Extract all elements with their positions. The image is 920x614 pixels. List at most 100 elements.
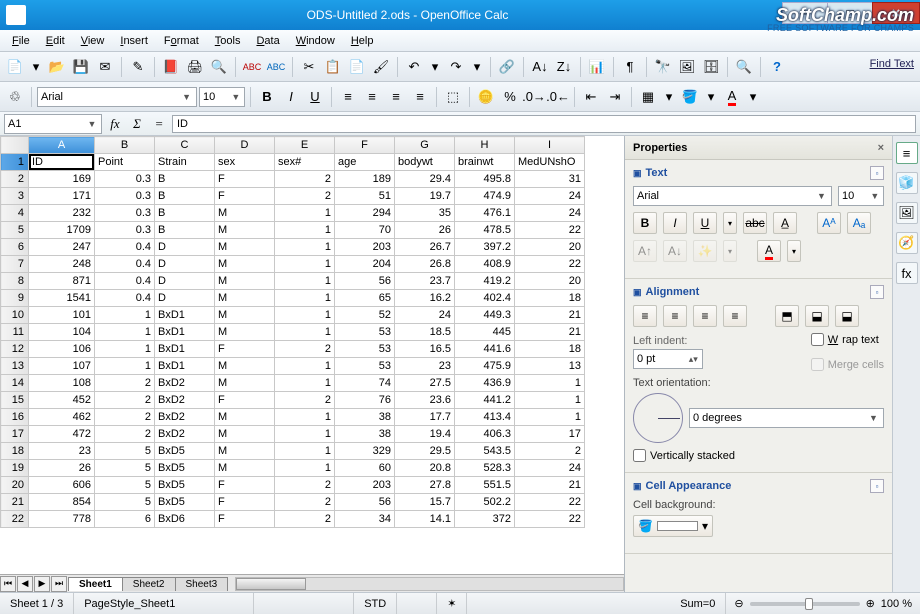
cell[interactable]: B <box>155 171 215 188</box>
cell[interactable]: 2 <box>95 409 155 426</box>
cell[interactable]: F <box>215 188 275 205</box>
cell[interactable]: M <box>215 205 275 222</box>
cell[interactable]: B <box>155 222 215 239</box>
cell[interactable]: 107 <box>29 358 95 375</box>
cell[interactable]: 495.8 <box>455 171 515 188</box>
col-header[interactable]: E <box>275 137 335 154</box>
menu-data[interactable]: Data <box>248 33 287 49</box>
section-cellapp[interactable]: Cell Appearance <box>646 480 732 492</box>
prop-size-input[interactable] <box>842 190 870 202</box>
cell[interactable]: 106 <box>29 341 95 358</box>
status-sum[interactable]: Sum=0 <box>467 593 726 614</box>
row-header[interactable]: 14 <box>1 375 29 392</box>
format-paint-icon[interactable]: 🖌 <box>370 56 392 78</box>
cell[interactable]: 0.3 <box>95 205 155 222</box>
cut-icon[interactable]: ✂ <box>298 56 320 78</box>
col-header[interactable]: B <box>95 137 155 154</box>
cell[interactable]: 2 <box>95 392 155 409</box>
sheet-tab-2[interactable]: Sheet2 <box>122 577 176 591</box>
row-header[interactable]: 5 <box>1 222 29 239</box>
zoom-out-icon[interactable]: ⊖ <box>734 597 743 610</box>
cell[interactable]: 18 <box>515 290 585 307</box>
left-indent-input[interactable] <box>637 353 688 365</box>
cell[interactable]: 2 <box>95 375 155 392</box>
cell[interactable]: MedUNshO <box>515 154 585 171</box>
link-icon[interactable]: 🔗 <box>496 56 518 78</box>
cell[interactable]: 17.7 <box>395 409 455 426</box>
fontcolor-icon[interactable]: A <box>721 86 743 108</box>
cell[interactable]: 1541 <box>29 290 95 307</box>
cell[interactable]: 18.5 <box>395 324 455 341</box>
zoom-in-icon[interactable]: ⊕ <box>866 597 875 610</box>
prop-strike-icon[interactable]: abc <box>743 212 767 234</box>
undo-icon[interactable]: ↶ <box>403 56 425 78</box>
cell-name-input[interactable] <box>8 118 86 130</box>
cell[interactable]: B <box>155 188 215 205</box>
new-dropdown-icon[interactable]: ▾ <box>28 56 44 78</box>
cell[interactable]: 6 <box>95 511 155 528</box>
font-size-input[interactable] <box>203 91 231 103</box>
cell[interactable]: M <box>215 375 275 392</box>
cell[interactable]: M <box>215 307 275 324</box>
minimize-button[interactable]: ─ <box>782 2 828 24</box>
text-more-icon[interactable]: ▫ <box>870 166 884 180</box>
cell[interactable]: 20 <box>515 273 585 290</box>
dec-indent-icon[interactable]: ⇤ <box>580 86 602 108</box>
sheet-tab-3[interactable]: Sheet3 <box>175 577 229 591</box>
italic-icon[interactable]: I <box>280 86 302 108</box>
left-indent-field[interactable]: ▴▾ <box>633 349 703 369</box>
cell[interactable]: 23.7 <box>395 273 455 290</box>
cell[interactable]: 51 <box>335 188 395 205</box>
sheet-tab-1[interactable]: Sheet1 <box>68 577 123 591</box>
cell[interactable]: sex# <box>275 154 335 171</box>
cell[interactable]: 1 <box>95 358 155 375</box>
col-header[interactable]: D <box>215 137 275 154</box>
valign-mid-icon[interactable]: ⬓ <box>805 305 829 327</box>
redo-dd[interactable]: ▾ <box>469 56 485 78</box>
font-name-combo[interactable]: ▼ <box>37 87 197 107</box>
cell[interactable]: ID <box>29 154 95 171</box>
cell[interactable]: BxD1 <box>155 358 215 375</box>
prop-italic-icon[interactable]: I <box>663 212 687 234</box>
cell[interactable]: BxD5 <box>155 443 215 460</box>
cell[interactable]: 21 <box>515 307 585 324</box>
row-header[interactable]: 16 <box>1 409 29 426</box>
row-header[interactable]: 11 <box>1 324 29 341</box>
orient-degrees-combo[interactable]: ▼ <box>689 408 884 428</box>
cell[interactable]: 204 <box>335 256 395 273</box>
email-icon[interactable]: ✉ <box>94 56 116 78</box>
cell[interactable]: Point <box>95 154 155 171</box>
cell[interactable]: 248 <box>29 256 95 273</box>
cell[interactable]: 478.5 <box>455 222 515 239</box>
close-button[interactable]: × <box>872 2 920 24</box>
row-header[interactable]: 6 <box>1 239 29 256</box>
row-header[interactable]: 7 <box>1 256 29 273</box>
cell[interactable]: brainwt <box>455 154 515 171</box>
cell[interactable]: 606 <box>29 477 95 494</box>
row-header[interactable]: 1 <box>1 154 29 171</box>
row-header[interactable]: 20 <box>1 477 29 494</box>
cell[interactable]: 70 <box>335 222 395 239</box>
row-header[interactable]: 17 <box>1 426 29 443</box>
cell[interactable]: 19.4 <box>395 426 455 443</box>
row-header[interactable]: 4 <box>1 205 29 222</box>
cell[interactable]: M <box>215 324 275 341</box>
sum-icon[interactable]: Σ <box>128 116 146 132</box>
cell[interactable]: 35 <box>395 205 455 222</box>
cell[interactable]: M <box>215 222 275 239</box>
cell-grid[interactable]: ABCDEFGHI1IDPointStrainsexsex#agebodywtb… <box>0 136 585 528</box>
row-header[interactable]: 2 <box>1 171 29 188</box>
remove-decimal-icon[interactable]: .0← <box>547 86 569 108</box>
cellapp-more-icon[interactable]: ▫ <box>870 479 884 493</box>
cell[interactable]: 1 <box>515 392 585 409</box>
cell[interactable]: 74 <box>335 375 395 392</box>
help-icon[interactable]: ? <box>766 56 788 78</box>
equals-icon[interactable]: = <box>150 116 168 132</box>
cell[interactable]: 29.5 <box>395 443 455 460</box>
prop-fontcolor-icon[interactable]: A <box>757 240 781 262</box>
cell[interactable]: M <box>215 290 275 307</box>
valign-top-icon[interactable]: ⬒ <box>775 305 799 327</box>
vert-stacked-input[interactable] <box>633 449 646 462</box>
cell[interactable]: D <box>155 290 215 307</box>
cell-name-box[interactable]: ▼ <box>4 114 102 134</box>
